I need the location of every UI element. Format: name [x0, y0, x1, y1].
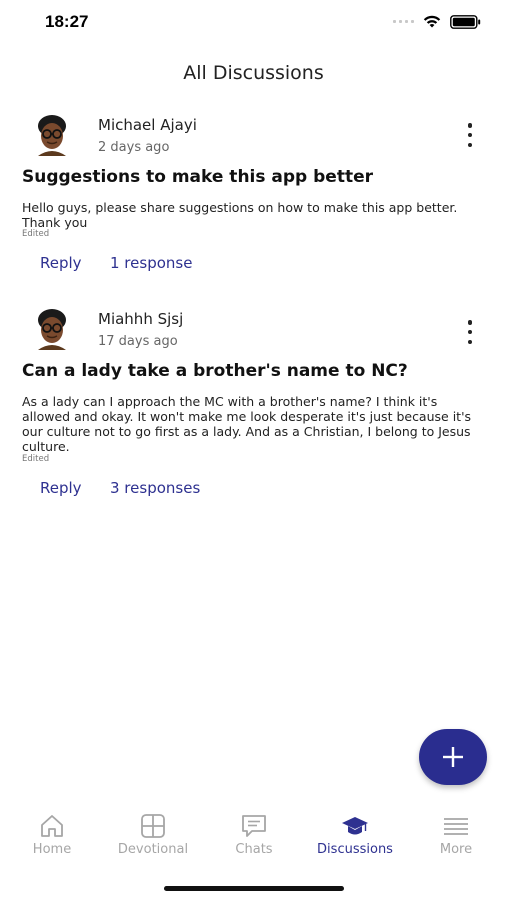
author-name[interactable]: Miahhh Sjsj	[98, 310, 183, 328]
avatar[interactable]	[30, 306, 74, 350]
tab-more[interactable]: More	[408, 812, 504, 857]
discussion-post[interactable]: Miahhh Sjsj 17 days ago Can a lady take …	[0, 302, 507, 502]
tab-bar: Home Devotional Chats Discussions More	[0, 812, 507, 872]
post-title[interactable]: Suggestions to make this app better	[22, 167, 373, 187]
tab-label: Devotional	[117, 842, 189, 857]
grid-icon	[141, 814, 165, 838]
tab-label: Home	[32, 842, 72, 857]
new-discussion-button[interactable]	[419, 729, 487, 785]
menu-lines-icon	[444, 818, 468, 835]
tab-devotional[interactable]: Devotional	[105, 812, 201, 857]
tab-home[interactable]: Home	[4, 812, 100, 857]
wifi-icon	[423, 15, 441, 28]
plus-icon	[443, 747, 463, 767]
chat-icon	[242, 815, 266, 837]
graduation-cap-icon	[342, 817, 368, 835]
reply-button[interactable]: Reply	[40, 479, 82, 497]
page-title: All Discussions	[183, 62, 324, 84]
post-body: Hello guys, please share suggestions on …	[22, 200, 458, 230]
post-title[interactable]: Can a lady take a brother's name to NC?	[22, 361, 408, 381]
reply-button[interactable]: Reply	[40, 254, 82, 272]
edited-label: Edited	[22, 229, 50, 239]
status-time: 18:27	[45, 12, 89, 31]
home-indicator[interactable]	[164, 886, 344, 891]
tab-chats[interactable]: Chats	[206, 812, 302, 857]
tab-label: Chats	[235, 842, 273, 857]
more-options-icon[interactable]	[463, 320, 477, 344]
responses-link[interactable]: 3 responses	[110, 479, 200, 497]
status-bar: 18:27	[0, 0, 507, 46]
discussion-post[interactable]: Michael Ajayi 2 days ago Suggestions to …	[0, 108, 507, 278]
status-icons	[393, 14, 481, 29]
cellular-signal-icon	[393, 20, 414, 23]
tab-label: Discussions	[317, 842, 393, 857]
post-time: 2 days ago	[98, 140, 170, 155]
avatar[interactable]	[30, 112, 74, 156]
edited-label: Edited	[22, 454, 50, 464]
author-name[interactable]: Michael Ajayi	[98, 116, 197, 134]
tab-discussions[interactable]: Discussions	[307, 812, 403, 857]
battery-icon	[450, 14, 481, 29]
tab-label: More	[439, 842, 473, 857]
post-time: 17 days ago	[98, 334, 178, 349]
responses-link[interactable]: 1 response	[110, 254, 192, 272]
home-icon	[41, 815, 63, 837]
post-body: As a lady can I approach the MC with a b…	[22, 394, 472, 454]
more-options-icon[interactable]	[463, 123, 477, 147]
